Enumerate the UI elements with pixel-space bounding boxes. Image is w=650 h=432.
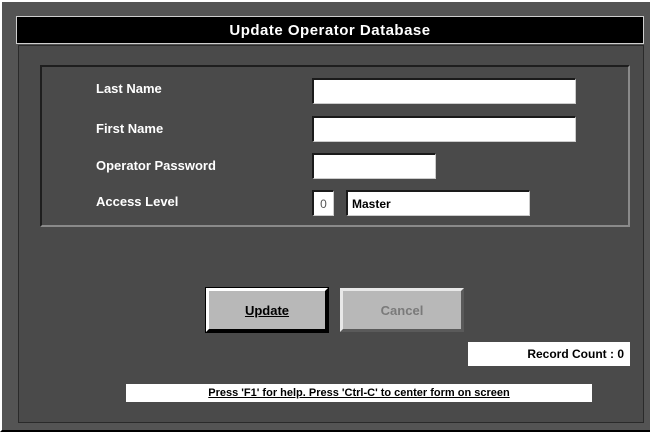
- first-name-label: First Name: [96, 121, 164, 136]
- update-button[interactable]: Update: [205, 287, 329, 333]
- last-name-label: Last Name: [96, 81, 162, 96]
- operator-password-field[interactable]: [312, 153, 436, 179]
- access-level-name-field: Master: [346, 190, 530, 216]
- cancel-button[interactable]: Cancel: [340, 288, 464, 332]
- cancel-button-label: Cancel: [380, 302, 424, 318]
- last-name-field[interactable]: [312, 78, 576, 104]
- help-hint-text: Press 'F1' for help. Press 'Ctrl-C' to c…: [126, 384, 592, 402]
- window-title: Update Operator Database: [16, 16, 644, 44]
- record-count-display: Record Count : 0: [468, 342, 630, 366]
- first-name-field[interactable]: [312, 116, 576, 142]
- update-button-label: Update: [244, 302, 290, 318]
- update-operator-window: Update Operator Database Last Name First…: [0, 0, 650, 432]
- access-level-label: Access Level: [96, 194, 179, 209]
- operator-password-label: Operator Password: [96, 158, 216, 173]
- access-level-code-field[interactable]: 0: [312, 190, 334, 216]
